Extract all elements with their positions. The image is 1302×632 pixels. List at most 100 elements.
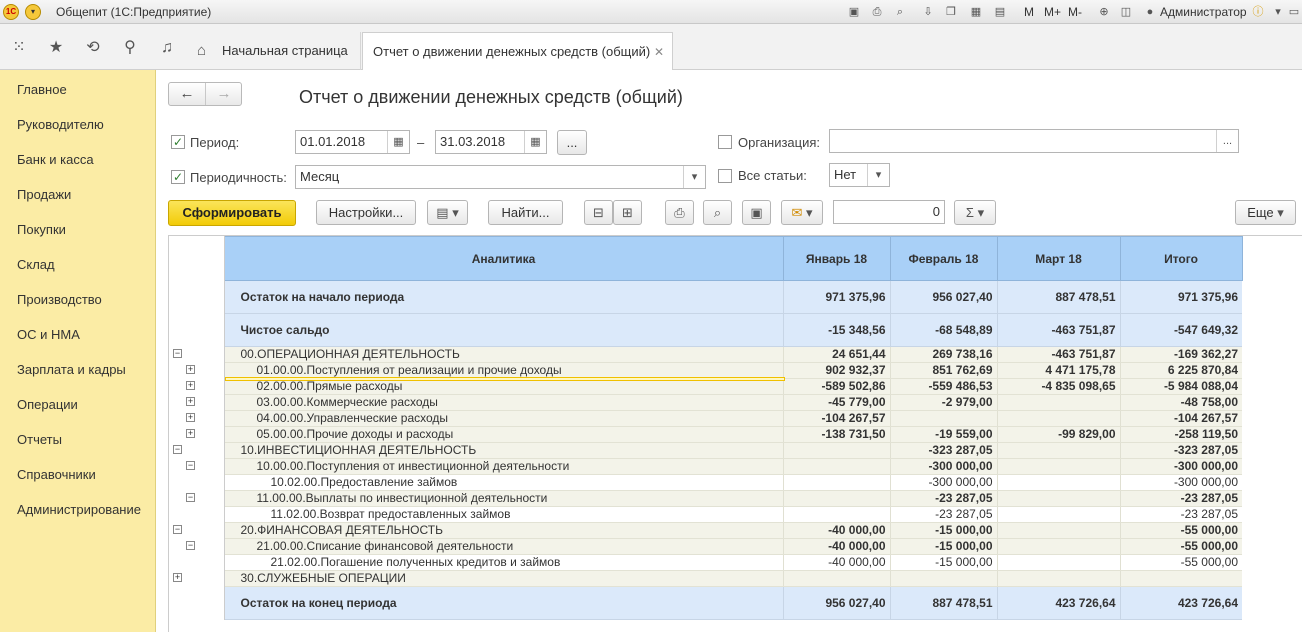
search-icon[interactable]: ⚲ xyxy=(120,38,140,58)
sum-mode-button[interactable]: Σ ▾ xyxy=(954,200,996,225)
table-row[interactable]: + 03.00.00.Коммерческие расходы -45 779,… xyxy=(169,394,1302,411)
tab-cashflow-report[interactable]: Отчет о движении денежных средств (общий… xyxy=(362,32,673,71)
bell-icon[interactable]: ♫ xyxy=(157,38,177,58)
table-row[interactable]: + 05.00.00.Прочие доходы и расходы -138 … xyxy=(169,426,1302,443)
collapse-all-button[interactable]: ⊟ xyxy=(584,200,613,225)
table-row[interactable]: 10.02.00.Предоставление займов -300 000,… xyxy=(169,474,1302,491)
find-button[interactable]: Найти... xyxy=(488,200,563,225)
table-row[interactable]: + 30.СЛУЖЕБНЫЕ ОПЕРАЦИИ xyxy=(169,570,1302,587)
table-row[interactable]: − 00.ОПЕРАЦИОННАЯ ДЕЯТЕЛЬНОСТЬ 24 651,44… xyxy=(169,346,1302,363)
row-label: 05.00.00.Прочие доходы и расходы xyxy=(224,426,783,443)
period-to-field[interactable]: 31.03.2018 ▦ xyxy=(435,130,547,154)
window-controls-icon[interactable]: ▭ xyxy=(1286,4,1302,20)
panels-icon[interactable]: ◫ xyxy=(1118,4,1134,20)
sidebar-item-admin[interactable]: Администрирование xyxy=(17,502,141,517)
print-icon[interactable]: ⎙ xyxy=(869,4,885,20)
sidebar-item-reports[interactable]: Отчеты xyxy=(17,432,62,447)
expand-icon[interactable]: + xyxy=(173,572,182,582)
window-title: Общепит (1С:Предприятие) xyxy=(56,5,212,19)
sidebar-item-warehouse[interactable]: Склад xyxy=(17,257,55,272)
copy-icon[interactable]: ❐ xyxy=(943,4,959,20)
calendar-icon[interactable]: ▦ xyxy=(524,131,546,153)
chevron-down-icon[interactable]: ▾ xyxy=(683,166,705,188)
memory-m-button[interactable]: M xyxy=(1024,5,1034,19)
period-from-field[interactable]: 01.01.2018 ▦ xyxy=(295,130,410,154)
collapse-icon[interactable]: − xyxy=(186,460,195,470)
apps-grid-icon[interactable]: ⁙ xyxy=(9,38,29,58)
sum-field[interactable]: 0 xyxy=(833,200,945,224)
table-row[interactable]: − 11.00.00.Выплаты по инвестиционной дея… xyxy=(169,490,1302,507)
user-name[interactable]: Администратор xyxy=(1160,5,1247,19)
organization-checkbox[interactable] xyxy=(718,135,732,149)
star-icon[interactable]: ★ xyxy=(46,38,66,58)
sidebar-item-bank[interactable]: Банк и касса xyxy=(17,152,94,167)
calendar-icon[interactable]: ▤ xyxy=(992,4,1008,20)
variants-button[interactable]: ▤ ▾ xyxy=(427,200,468,225)
generate-button[interactable]: Сформировать xyxy=(168,200,296,226)
expand-all-button[interactable]: ⊞ xyxy=(613,200,642,225)
save-icon[interactable]: ▣ xyxy=(846,4,862,20)
more-button[interactable]: Еще ▾ xyxy=(1235,200,1296,225)
collapse-icon[interactable]: − xyxy=(186,540,195,550)
all-items-checkbox[interactable] xyxy=(718,169,732,183)
memory-minus-button[interactable]: M- xyxy=(1068,5,1082,19)
table-row[interactable]: Остаток на начало периода 971 375,96 956… xyxy=(169,280,1302,314)
save-button[interactable]: ▣ xyxy=(742,200,771,225)
sidebar-item-payroll[interactable]: Зарплата и кадры xyxy=(17,362,126,377)
tab-home[interactable]: ⌂ Начальная страница xyxy=(186,32,361,70)
collapse-icon[interactable]: − xyxy=(186,492,195,502)
table-row[interactable]: 11.02.00.Возврат предоставленных займов … xyxy=(169,506,1302,523)
sidebar-item-management[interactable]: Руководителю xyxy=(17,117,104,132)
send-button[interactable]: ✉ ▾ xyxy=(781,200,823,225)
table-row[interactable]: − 10.00.00.Поступления от инвестиционной… xyxy=(169,458,1302,475)
settings-button[interactable]: Настройки... xyxy=(316,200,416,225)
all-items-select[interactable]: Нет ▾ xyxy=(829,163,890,187)
table-row[interactable]: Чистое сальдо -15 348,56 -68 548,89 -463… xyxy=(169,313,1302,347)
table-row[interactable]: − 21.00.00.Списание финансовой деятельно… xyxy=(169,538,1302,555)
back-arrow-icon[interactable]: ← xyxy=(169,85,205,102)
table-row[interactable]: Остаток на конец периода 956 027,40 887 … xyxy=(169,586,1302,620)
sidebar-item-catalogs[interactable]: Справочники xyxy=(17,467,96,482)
table-row[interactable]: − 10.ИНВЕСТИЦИОННАЯ ДЕЯТЕЛЬНОСТЬ -323 28… xyxy=(169,442,1302,459)
expand-icon[interactable]: + xyxy=(186,380,195,390)
sidebar-item-assets[interactable]: ОС и НМА xyxy=(17,327,80,342)
row-label: 11.00.00.Выплаты по инвестиционной деяте… xyxy=(224,490,783,507)
table-row[interactable]: + 04.00.00.Управленческие расходы -104 2… xyxy=(169,410,1302,427)
period-checkbox[interactable]: ✓ xyxy=(171,135,185,149)
sidebar-item-production[interactable]: Производство xyxy=(17,292,102,307)
organization-field[interactable]: ... xyxy=(829,129,1239,153)
chevron-down-icon[interactable]: ▾ xyxy=(867,164,889,186)
memory-plus-button[interactable]: M+ xyxy=(1044,5,1061,19)
forward-arrow-icon[interactable]: → xyxy=(206,85,242,102)
report-spreadsheet[interactable]: Аналитика Январь 18 Февраль 18 Март 18 И… xyxy=(168,235,1302,632)
expand-icon[interactable]: + xyxy=(186,364,195,374)
periodicity-checkbox[interactable]: ✓ xyxy=(171,170,185,184)
table-row[interactable]: − 20.ФИНАНСОВАЯ ДЕЯТЕЛЬНОСТЬ -40 000,00 … xyxy=(169,522,1302,539)
table-row[interactable]: 21.02.00.Погашение полученных кредитов и… xyxy=(169,554,1302,571)
expand-icon[interactable]: + xyxy=(186,428,195,438)
history-icon[interactable]: ⟲ xyxy=(83,38,103,58)
organization-select-button[interactable]: ... xyxy=(1216,130,1238,152)
zoom-icon[interactable]: ⊕ xyxy=(1096,4,1112,20)
expand-icon[interactable]: + xyxy=(186,412,195,422)
chevron-down-icon[interactable]: ▾ xyxy=(1270,4,1286,20)
period-select-button[interactable]: ... xyxy=(557,130,587,155)
sidebar-item-sales[interactable]: Продажи xyxy=(17,187,71,202)
preview-button[interactable]: ⌕ xyxy=(703,200,732,225)
sidebar-item-operations[interactable]: Операции xyxy=(17,397,78,412)
collapse-icon[interactable]: − xyxy=(173,348,182,358)
sidebar-item-main[interactable]: Главное xyxy=(17,82,67,97)
calendar-icon[interactable]: ▦ xyxy=(387,131,409,153)
info-icon[interactable]: ⓘ xyxy=(1250,4,1266,20)
expand-icon[interactable]: + xyxy=(186,396,195,406)
close-icon[interactable]: ✕ xyxy=(654,33,664,71)
periodicity-select[interactable]: Месяц ▾ xyxy=(295,165,706,189)
preview-icon[interactable]: ⌕ xyxy=(892,4,908,20)
collapse-icon[interactable]: − xyxy=(173,444,182,454)
download-icon[interactable]: ⇩ xyxy=(920,4,936,20)
main-menu-icon[interactable]: ▾ xyxy=(25,4,41,20)
print-button[interactable]: ⎙ xyxy=(665,200,694,225)
calculator-icon[interactable]: ▦ xyxy=(968,4,984,20)
sidebar-item-purchases[interactable]: Покупки xyxy=(17,222,66,237)
collapse-icon[interactable]: − xyxy=(173,524,182,534)
